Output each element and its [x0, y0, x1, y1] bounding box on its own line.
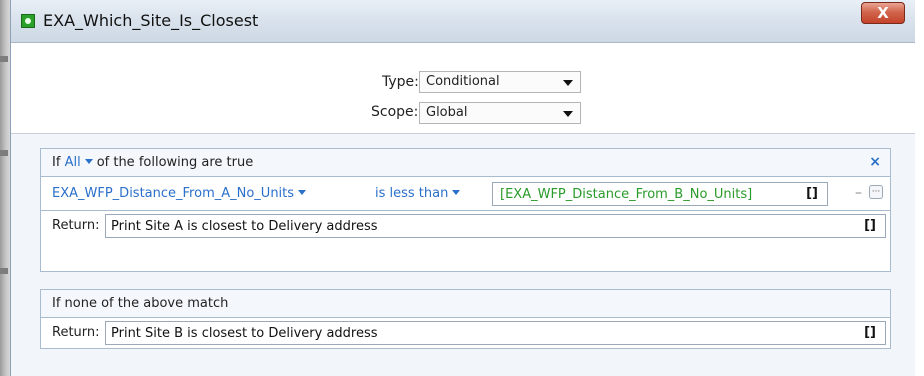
following-text: of the following are true [96, 155, 254, 170]
type-select[interactable]: Conditional [419, 71, 581, 93]
window-title: EXA_Which_Site_Is_Closest [43, 11, 259, 30]
desktop-background [0, 0, 10, 376]
fallback-header: If none of the above match [41, 290, 890, 318]
return-row: Return: Print Site A is closest to Deliv… [41, 211, 890, 241]
comparison-value: [EXA_WFP_Distance_From_B_No_Units] [500, 187, 753, 202]
desktop-edge-mark [0, 150, 8, 156]
fallback-return-row: Return: Print Site B is closest to Deliv… [41, 318, 890, 348]
desktop-edge-mark [0, 56, 8, 62]
scope-label: Scope: [371, 104, 419, 120]
operator-dropdown[interactable]: is less than [375, 186, 464, 201]
chevron-down-icon [84, 159, 93, 164]
return-label: Return: [52, 218, 100, 233]
more-options-button[interactable]: ··· [869, 185, 883, 199]
rules-area: If All of the following are true × EXA_WF… [11, 134, 915, 376]
if-label: If [52, 155, 61, 170]
comparison-value-input[interactable]: [EXA_WFP_Distance_From_B_No_Units] [] [492, 182, 828, 206]
fallback-header-text: If none of the above match [52, 296, 229, 311]
quantifier-dropdown[interactable]: All [65, 155, 97, 170]
condition-panel: If All of the following are true × EXA_WF… [40, 148, 891, 272]
field-value: EXA_WFP_Distance_From_A_No_Units [52, 186, 295, 201]
condition-header: If All of the following are true × [41, 149, 890, 177]
close-button[interactable]: X [861, 2, 905, 24]
return-value: Print Site A is closest to Delivery addr… [111, 219, 378, 234]
title-bar[interactable]: EXA_Which_Site_Is_Closest X [11, 0, 915, 43]
chevron-down-icon [563, 80, 573, 86]
type-label: Type: [382, 74, 419, 90]
desktop-edge-mark [0, 268, 8, 274]
dialog-window: EXA_Which_Site_Is_Closest X Type: Condit… [10, 0, 915, 376]
chevron-down-icon [298, 190, 307, 195]
gear-icon [21, 14, 35, 28]
quantifier-value: All [64, 155, 81, 170]
type-select-value: Conditional [426, 74, 500, 89]
fallback-return-input[interactable]: Print Site B is closest to Delivery addr… [105, 321, 886, 345]
scope-select-value: Global [426, 105, 468, 120]
condition-row: EXA_WFP_Distance_From_A_No_Units is less… [41, 177, 890, 211]
insert-variable-button[interactable]: [] [864, 325, 876, 340]
scope-select[interactable]: Global [419, 102, 581, 124]
fallback-return-value: Print Site B is closest to Delivery addr… [111, 326, 378, 341]
operator-value: is less than [375, 186, 449, 201]
return-label: Return: [52, 325, 100, 340]
insert-variable-button[interactable]: [] [864, 218, 876, 233]
return-input[interactable]: Print Site A is closest to Delivery addr… [105, 214, 886, 238]
remove-row-button[interactable]: – [855, 185, 862, 201]
chevron-down-icon [563, 111, 573, 117]
chevron-down-icon [452, 190, 461, 195]
condition-header-text: If All of the following are true [52, 155, 253, 170]
fallback-panel: If none of the above match Return: Print… [40, 289, 891, 349]
field-dropdown[interactable]: EXA_WFP_Distance_From_A_No_Units [52, 186, 310, 201]
remove-condition-button[interactable]: × [869, 154, 881, 170]
insert-variable-button[interactable]: [] [806, 186, 818, 201]
